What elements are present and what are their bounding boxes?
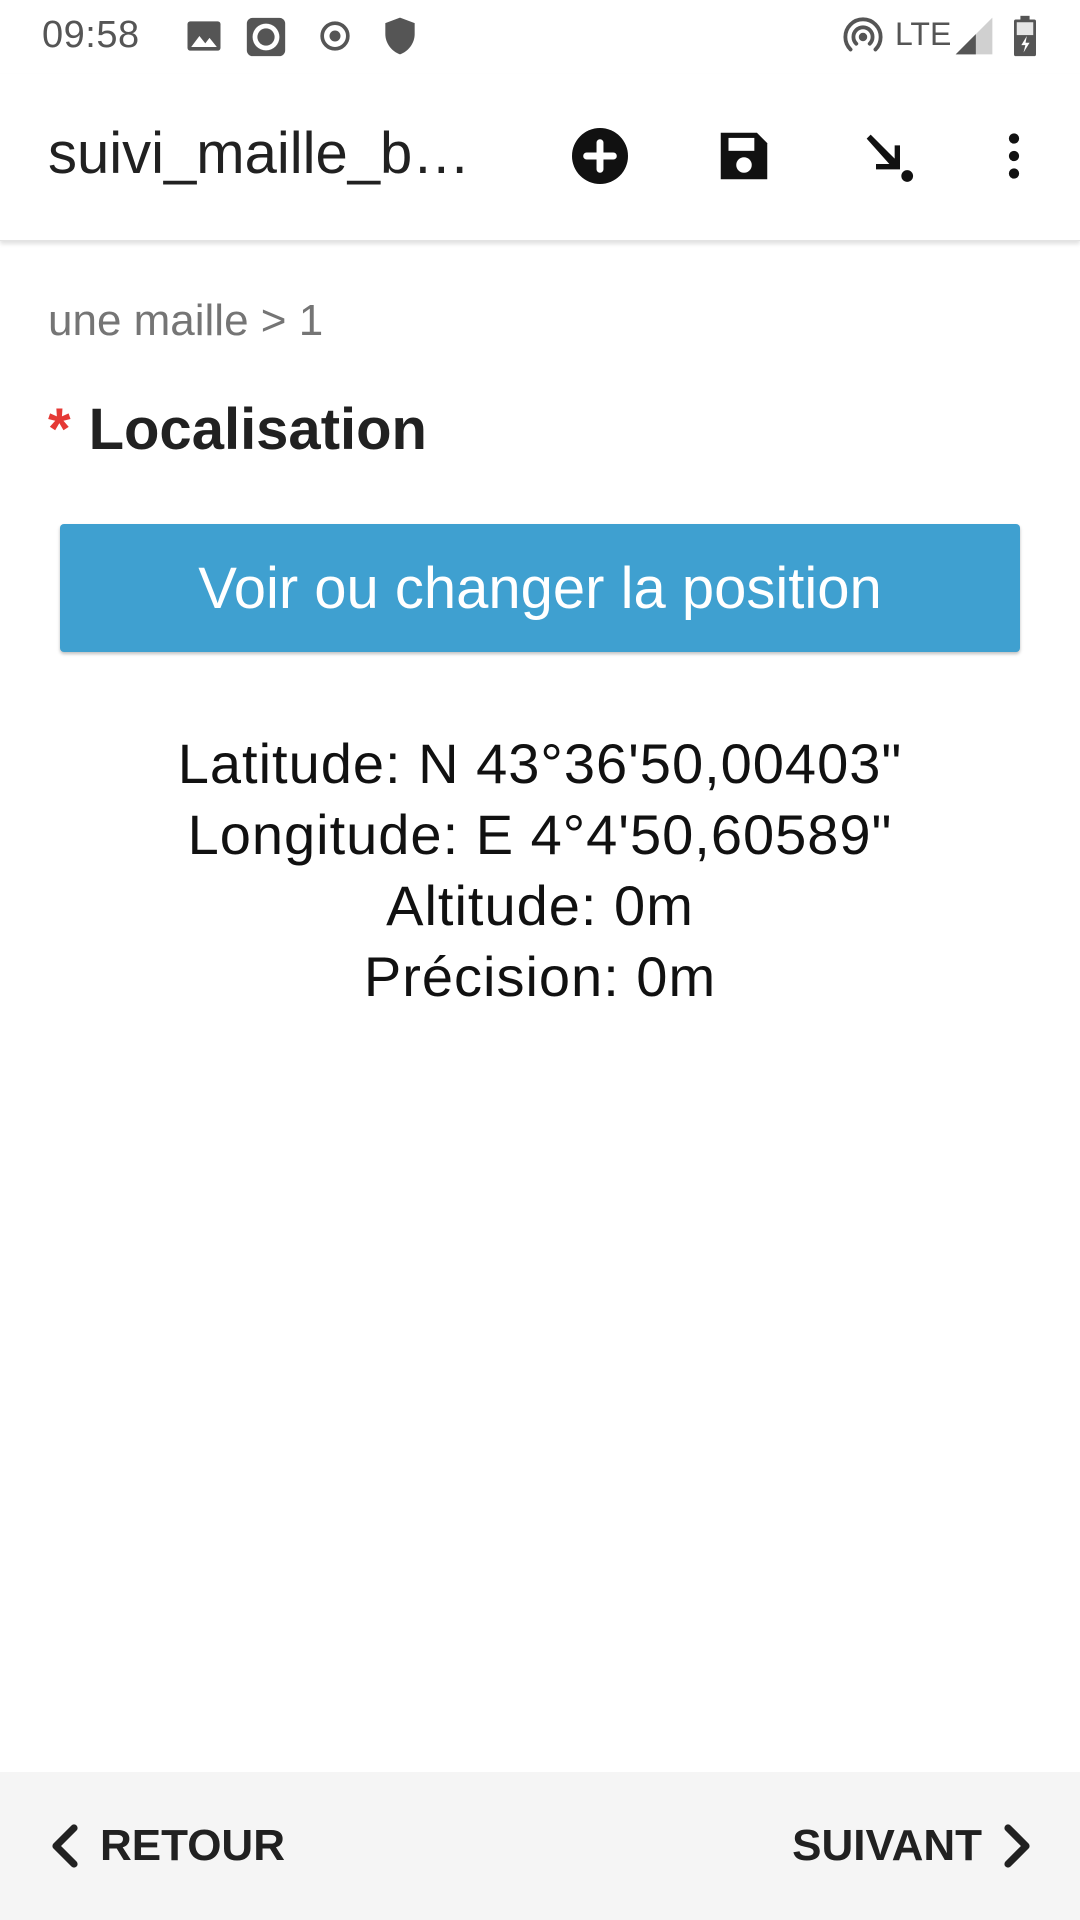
image-icon xyxy=(182,14,226,58)
radio-icon xyxy=(313,14,357,58)
app-title: suivi_maille_b… xyxy=(48,121,471,186)
save-button[interactable] xyxy=(704,116,784,196)
more-vert-icon xyxy=(1008,133,1020,179)
coordinates-readout: Latitude: N 43°36'50,00403" Longitude: E… xyxy=(0,728,1080,1012)
app-bar: suivi_maille_b… xyxy=(0,74,1080,241)
sort-down-button[interactable] xyxy=(848,116,928,196)
battery-icon xyxy=(1010,14,1054,58)
required-marker: * xyxy=(48,397,71,462)
status-time: 09:58 xyxy=(42,14,140,56)
precision-text: Précision: 0m xyxy=(363,945,717,1008)
hotspot-icon xyxy=(840,14,884,58)
back-button[interactable]: RETOUR xyxy=(46,1810,285,1882)
altitude-text: Altitude: 0m xyxy=(386,874,694,937)
add-circle-icon xyxy=(572,128,628,184)
latitude-text: Latitude: N 43°36'50,00403" xyxy=(177,732,903,795)
add-button[interactable] xyxy=(560,116,640,196)
shield-icon xyxy=(378,14,422,58)
field-label: * Localisation xyxy=(48,396,427,463)
back-button-label: RETOUR xyxy=(100,1821,285,1870)
bottom-navigation-bar: RETOUR SUIVANT xyxy=(0,1772,1080,1920)
chevron-right-icon xyxy=(1004,1824,1030,1868)
change-position-button[interactable]: Voir ou changer la position xyxy=(60,524,1020,652)
next-button[interactable]: SUIVANT xyxy=(792,1810,1036,1882)
more-options-button[interactable] xyxy=(974,116,1054,196)
chevron-left-icon xyxy=(52,1824,78,1868)
status-bar: 09:58 LTE xyxy=(0,0,1080,74)
longitude-text: Longitude: E 4°4'50,60589" xyxy=(187,803,893,866)
record-icon xyxy=(243,14,287,58)
arrow-down-right-icon xyxy=(866,134,914,182)
next-button-label: SUIVANT xyxy=(792,1821,982,1870)
signal-icon xyxy=(952,14,996,58)
field-label-text: Localisation xyxy=(88,397,427,462)
network-type: LTE xyxy=(895,16,952,52)
breadcrumb: une maille > 1 xyxy=(48,296,324,345)
save-icon xyxy=(720,132,768,180)
